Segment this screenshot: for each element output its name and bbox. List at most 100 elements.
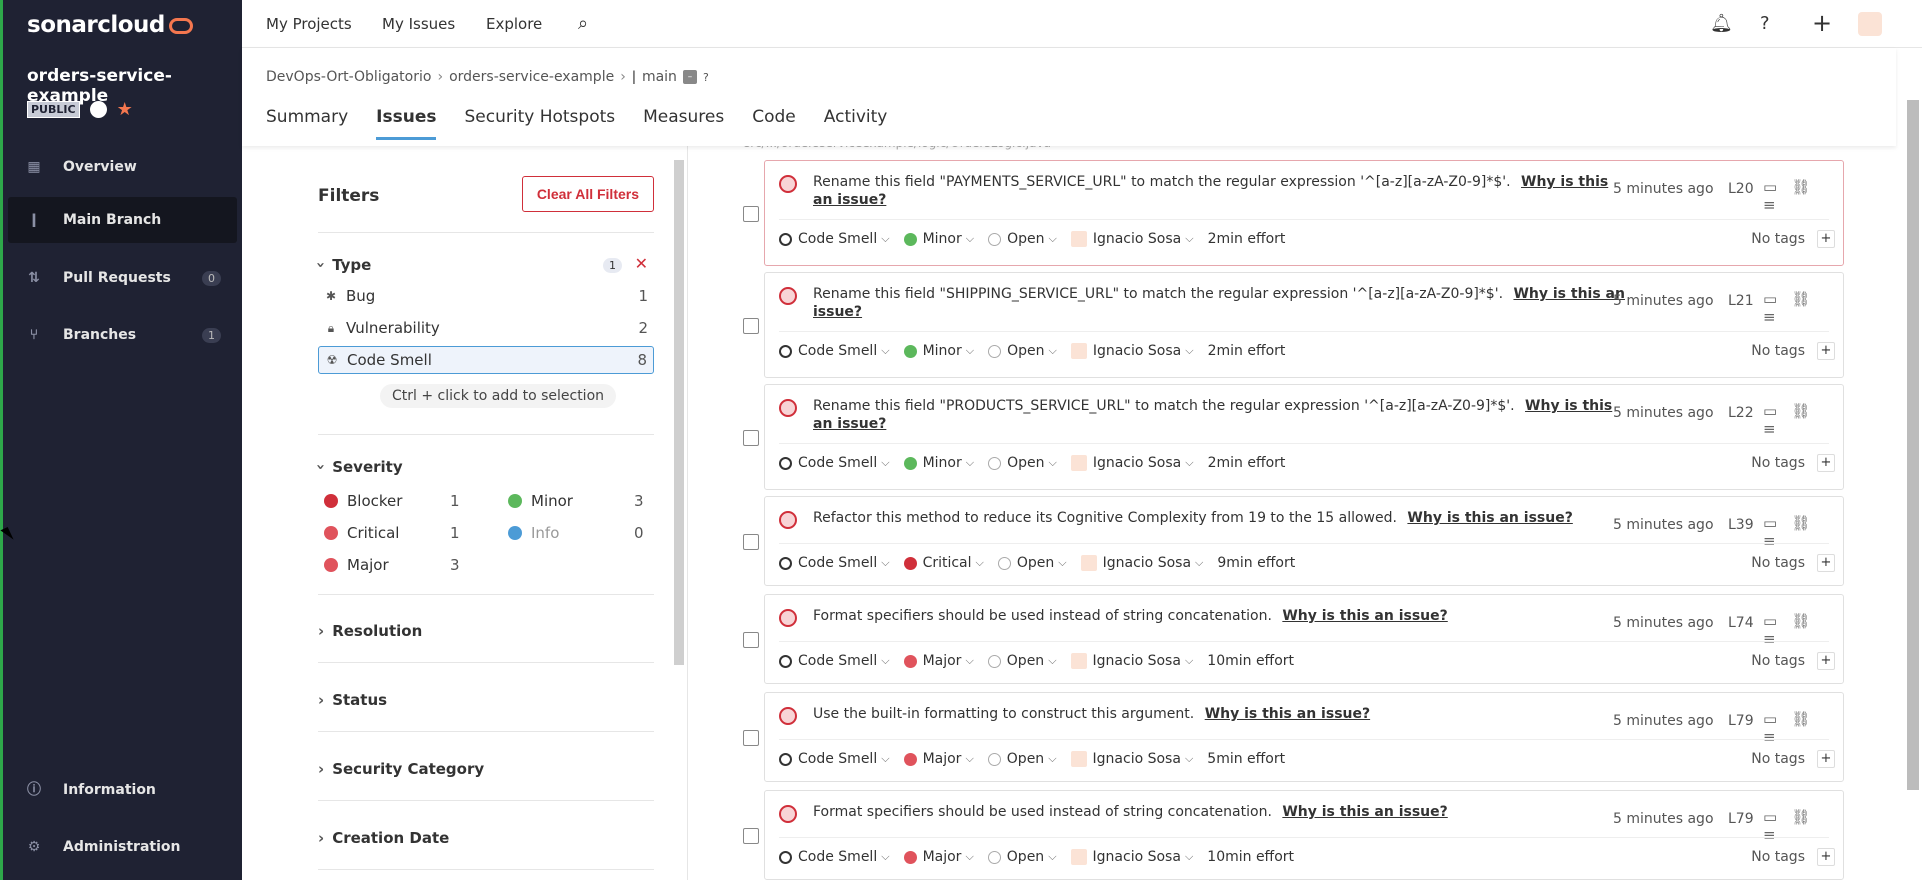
- star-icon[interactable]: ★: [117, 99, 133, 120]
- issue-message-text[interactable]: Use the built-in formatting to construct…: [813, 706, 1194, 722]
- add-tag-icon[interactable]: +: [1817, 342, 1835, 360]
- issue-assignee-dropdown[interactable]: Ignacio Sosa ⌵: [1070, 231, 1194, 247]
- issue-message[interactable]: Rename this field "SHIPPING_SERVICE_URL"…: [813, 285, 1625, 321]
- why-link[interactable]: Why is this an issue?: [1282, 804, 1447, 820]
- severity-critical[interactable]: Critical 1: [324, 524, 474, 542]
- plus-icon[interactable]: +: [1812, 9, 1832, 37]
- comment-icon[interactable]: ▭: [1763, 178, 1791, 196]
- issue-creation-time[interactable]: 5 minutes ago: [1613, 181, 1714, 197]
- filter-icon[interactable]: ≡: [1763, 532, 1790, 550]
- issue-severity-dropdown[interactable]: Minor ⌵: [903, 231, 974, 247]
- security-category-facet-header[interactable]: Security Category: [318, 760, 484, 778]
- nav-overview[interactable]: ▦ Overview: [3, 144, 239, 190]
- issue-checkbox[interactable]: [743, 206, 759, 222]
- help-icon[interactable]: ?: [1760, 13, 1770, 34]
- issue-card[interactable]: Format specifiers should be used instead…: [743, 594, 1844, 684]
- issue-card[interactable]: Use the built-in formatting to construct…: [743, 692, 1844, 782]
- issue-assignee-dropdown[interactable]: Ignacio Sosa ⌵: [1070, 343, 1194, 359]
- breadcrumb-org[interactable]: DevOps-Ort-Obligatorio: [266, 69, 431, 85]
- issue-card[interactable]: Refactor this method to reduce its Cogni…: [743, 496, 1844, 586]
- close-icon[interactable]: ✕: [635, 254, 648, 273]
- filter-icon[interactable]: ≡: [1763, 308, 1790, 326]
- link-icon[interactable]: ⛓: [1791, 290, 1824, 308]
- issue-message[interactable]: Format specifiers should be used instead…: [813, 607, 1448, 625]
- issue-message-text[interactable]: Rename this field "PRODUCTS_SERVICE_URL"…: [813, 398, 1515, 414]
- type-bug[interactable]: ✱ Bug 1: [318, 282, 654, 310]
- comment-icon[interactable]: ▭: [1763, 514, 1791, 532]
- issue-message[interactable]: Rename this field "PAYMENTS_SERVICE_URL"…: [813, 173, 1608, 209]
- why-link-continued[interactable]: an issue?: [813, 416, 886, 432]
- issue-line[interactable]: L79: [1728, 811, 1754, 827]
- tab-summary[interactable]: Summary: [266, 107, 348, 140]
- issue-assignee-dropdown[interactable]: Ignacio Sosa ⌵: [1070, 653, 1193, 669]
- issue-status-dropdown[interactable]: Open ⌵: [997, 555, 1067, 571]
- comment-icon[interactable]: ▭: [1763, 808, 1791, 826]
- issue-checkbox[interactable]: [743, 828, 759, 844]
- nav-information[interactable]: ⓘ Information: [3, 767, 239, 813]
- type-code-smell[interactable]: ☢ Code Smell 8: [318, 346, 654, 374]
- user-avatar[interactable]: [1858, 12, 1882, 36]
- issue-type-dropdown[interactable]: Code Smell ⌵: [779, 231, 890, 247]
- issue-message[interactable]: Use the built-in formatting to construct…: [813, 705, 1370, 723]
- search-icon[interactable]: ⌕: [578, 13, 588, 34]
- breadcrumb-project[interactable]: orders-service-example: [449, 69, 614, 85]
- issue-line[interactable]: L79: [1728, 713, 1754, 729]
- issue-status-dropdown[interactable]: Open ⌵: [988, 343, 1057, 359]
- issue-tags[interactable]: No tags: [1751, 343, 1805, 359]
- creation-date-facet-header[interactable]: Creation Date: [318, 829, 449, 847]
- link-icon[interactable]: ⛓: [1791, 612, 1824, 630]
- comment-icon[interactable]: ▭: [1763, 612, 1791, 630]
- issue-severity-dropdown[interactable]: Major ⌵: [903, 653, 974, 669]
- tab-issues[interactable]: Issues: [376, 107, 437, 140]
- issue-status-dropdown[interactable]: Open ⌵: [987, 751, 1057, 767]
- issue-severity-dropdown[interactable]: Minor ⌵: [903, 455, 974, 471]
- link-icon[interactable]: ⛓: [1791, 178, 1824, 196]
- nav-pull-requests[interactable]: ⇅ Pull Requests 0: [3, 255, 239, 301]
- issue-card[interactable]: Rename this field "PAYMENTS_SERVICE_URL"…: [743, 160, 1844, 266]
- issue-assignee-dropdown[interactable]: Ignacio Sosa ⌵: [1070, 849, 1193, 865]
- issue-assignee-dropdown[interactable]: Ignacio Sosa ⌵: [1070, 455, 1194, 471]
- add-tag-icon[interactable]: +: [1817, 652, 1835, 670]
- status-facet-header[interactable]: Status: [318, 691, 387, 709]
- issue-card[interactable]: Rename this field "SHIPPING_SERVICE_URL"…: [743, 272, 1844, 378]
- issue-message-text[interactable]: Rename this field "PAYMENTS_SERVICE_URL"…: [813, 174, 1511, 190]
- filter-icon[interactable]: ≡: [1763, 630, 1790, 648]
- issue-assignee-dropdown[interactable]: Ignacio Sosa ⌵: [1070, 751, 1193, 767]
- why-link[interactable]: Why is this an issue?: [1282, 608, 1447, 624]
- issue-creation-time[interactable]: 5 minutes ago: [1613, 517, 1714, 533]
- issue-type-dropdown[interactable]: Code Smell ⌵: [779, 555, 890, 571]
- issue-line[interactable]: L74: [1728, 615, 1754, 631]
- issue-checkbox[interactable]: [743, 430, 759, 446]
- issue-creation-time[interactable]: 5 minutes ago: [1613, 713, 1714, 729]
- tab-measures[interactable]: Measures: [643, 107, 724, 140]
- severity-major[interactable]: Major 3: [324, 556, 474, 574]
- issue-assignee-dropdown[interactable]: Ignacio Sosa ⌵: [1080, 555, 1203, 571]
- filter-icon[interactable]: ≡: [1763, 728, 1790, 746]
- filter-icon[interactable]: ≡: [1763, 826, 1790, 844]
- issue-type-dropdown[interactable]: Code Smell ⌵: [779, 849, 890, 865]
- issue-type-dropdown[interactable]: Code Smell ⌵: [779, 653, 890, 669]
- issue-type-dropdown[interactable]: Code Smell ⌵: [779, 343, 890, 359]
- severity-blocker[interactable]: Blocker 1: [324, 492, 474, 510]
- issue-checkbox[interactable]: [743, 730, 759, 746]
- issue-creation-time[interactable]: 5 minutes ago: [1613, 811, 1714, 827]
- filter-icon[interactable]: ≡: [1763, 420, 1790, 438]
- issue-tags[interactable]: No tags: [1751, 455, 1805, 471]
- tab-security-hotspots[interactable]: Security Hotspots: [464, 107, 615, 140]
- sonarcloud-logo[interactable]: sonarcloud: [27, 12, 193, 38]
- my-projects-link[interactable]: My Projects: [266, 15, 352, 33]
- issue-message[interactable]: Refactor this method to reduce its Cogni…: [813, 509, 1573, 527]
- issue-tags[interactable]: No tags: [1751, 849, 1805, 865]
- issue-status-dropdown[interactable]: Open ⌵: [987, 653, 1057, 669]
- why-link[interactable]: Why is this an: [1513, 286, 1625, 302]
- issue-creation-time[interactable]: 5 minutes ago: [1613, 615, 1714, 631]
- issue-status-dropdown[interactable]: Open ⌵: [988, 231, 1057, 247]
- bell-icon[interactable]: 🔔︎: [1710, 13, 1733, 34]
- resolution-facet-header[interactable]: Resolution: [318, 622, 422, 640]
- type-facet-header[interactable]: Type: [318, 256, 371, 274]
- page-scrollbar-thumb[interactable]: [1907, 100, 1919, 790]
- my-issues-link[interactable]: My Issues: [382, 15, 455, 33]
- issue-type-dropdown[interactable]: Code Smell ⌵: [779, 455, 890, 471]
- link-icon[interactable]: ⛓: [1791, 710, 1824, 728]
- issue-severity-dropdown[interactable]: Major ⌵: [903, 849, 974, 865]
